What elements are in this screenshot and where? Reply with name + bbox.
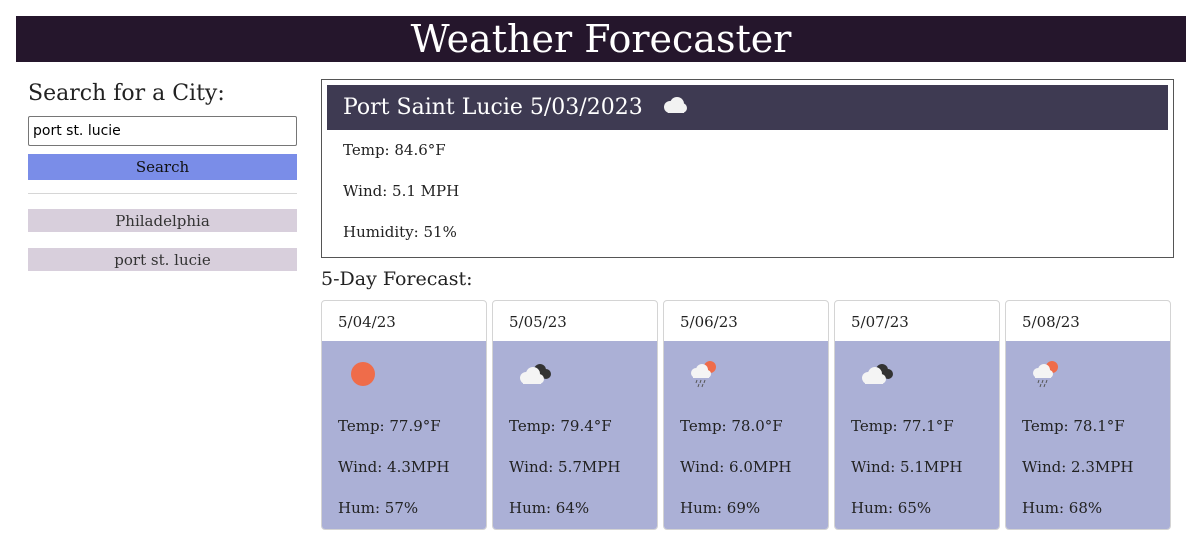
forecast-humidity: Hum: 65% — [851, 499, 932, 517]
forecast-card-body: Temp: 77.1°F Wind: 5.1MPH Hum: 65% — [835, 341, 999, 529]
current-wind: Wind: 5.1 MPH — [343, 182, 460, 200]
forecast-humidity: Hum: 64% — [509, 499, 590, 517]
forecast-card-body: Temp: 78.0°F Wind: 6.0MPH Hum: 69% — [664, 341, 828, 529]
forecast-wind: Wind: 2.3MPH — [1022, 458, 1134, 476]
current-weather-panel: Port Saint Lucie 5/03/2023 Temp: 84.6°F … — [321, 79, 1174, 258]
forecast-temp: Temp: 78.0°F — [680, 417, 783, 435]
forecast-temp: Temp: 77.1°F — [851, 417, 954, 435]
search-input[interactable] — [28, 116, 297, 146]
broken-clouds-icon — [857, 359, 897, 389]
forecast-card: 5/06/23 Temp: 78.0°F Wind: 6.0MPH Hum: 6… — [663, 300, 829, 530]
forecast-date: 5/06/23 — [680, 313, 738, 331]
sidebar: Search for a City: Search Philadelphia p… — [28, 80, 297, 287]
history-city-button[interactable]: port st. lucie — [28, 248, 297, 271]
forecast-temp: Temp: 78.1°F — [1022, 417, 1125, 435]
forecast-date: 5/04/23 — [338, 313, 396, 331]
rain-icon — [686, 359, 726, 389]
forecast-wind: Wind: 5.7MPH — [509, 458, 621, 476]
forecast-date: 5/07/23 — [851, 313, 909, 331]
forecast-card-body: Temp: 78.1°F Wind: 2.3MPH Hum: 68% — [1006, 341, 1170, 529]
forecast-card-body: Temp: 79.4°F Wind: 5.7MPH Hum: 64% — [493, 341, 657, 529]
forecast-wind: Wind: 5.1MPH — [851, 458, 963, 476]
page-title: Weather Forecaster — [16, 16, 1186, 62]
cloud-icon — [661, 95, 689, 121]
forecast-card: 5/05/23 Temp: 79.4°F Wind: 5.7MPH Hum: 6… — [492, 300, 658, 530]
forecast-wind: Wind: 6.0MPH — [680, 458, 792, 476]
forecast-card-body: Temp: 77.9°F Wind: 4.3MPH Hum: 57% — [322, 341, 486, 529]
rain-icon — [1028, 359, 1068, 389]
forecast-date: 5/08/23 — [1022, 313, 1080, 331]
current-city-date: Port Saint Lucie 5/03/2023 — [343, 95, 643, 120]
forecast-temp: Temp: 77.9°F — [338, 417, 441, 435]
forecast-humidity: Hum: 69% — [680, 499, 761, 517]
search-heading: Search for a City: — [28, 81, 225, 106]
forecast-wind: Wind: 4.3MPH — [338, 458, 450, 476]
search-button[interactable]: Search — [28, 154, 297, 180]
divider — [28, 193, 297, 194]
forecast-temp: Temp: 79.4°F — [509, 417, 612, 435]
current-weather-header: Port Saint Lucie 5/03/2023 — [327, 85, 1168, 130]
current-humidity: Humidity: 51% — [343, 223, 457, 241]
current-temp: Temp: 84.6°F — [343, 141, 446, 159]
forecast-humidity: Hum: 68% — [1022, 499, 1103, 517]
forecast-card: 5/04/23 Temp: 77.9°F Wind: 4.3MPH Hum: 5… — [321, 300, 487, 530]
forecast-card: 5/08/23 Temp: 78.1°F Wind: 2.3MPH Hum: 6… — [1005, 300, 1171, 530]
forecast-date: 5/05/23 — [509, 313, 567, 331]
forecast-heading: 5-Day Forecast: — [321, 268, 473, 290]
broken-clouds-icon — [515, 359, 555, 389]
sun-icon — [344, 359, 384, 389]
history-city-button[interactable]: Philadelphia — [28, 209, 297, 232]
forecast-card: 5/07/23 Temp: 77.1°F Wind: 5.1MPH Hum: 6… — [834, 300, 1000, 530]
forecast-humidity: Hum: 57% — [338, 499, 419, 517]
forecast-cards: 5/04/23 Temp: 77.9°F Wind: 4.3MPH Hum: 5… — [321, 300, 1171, 530]
